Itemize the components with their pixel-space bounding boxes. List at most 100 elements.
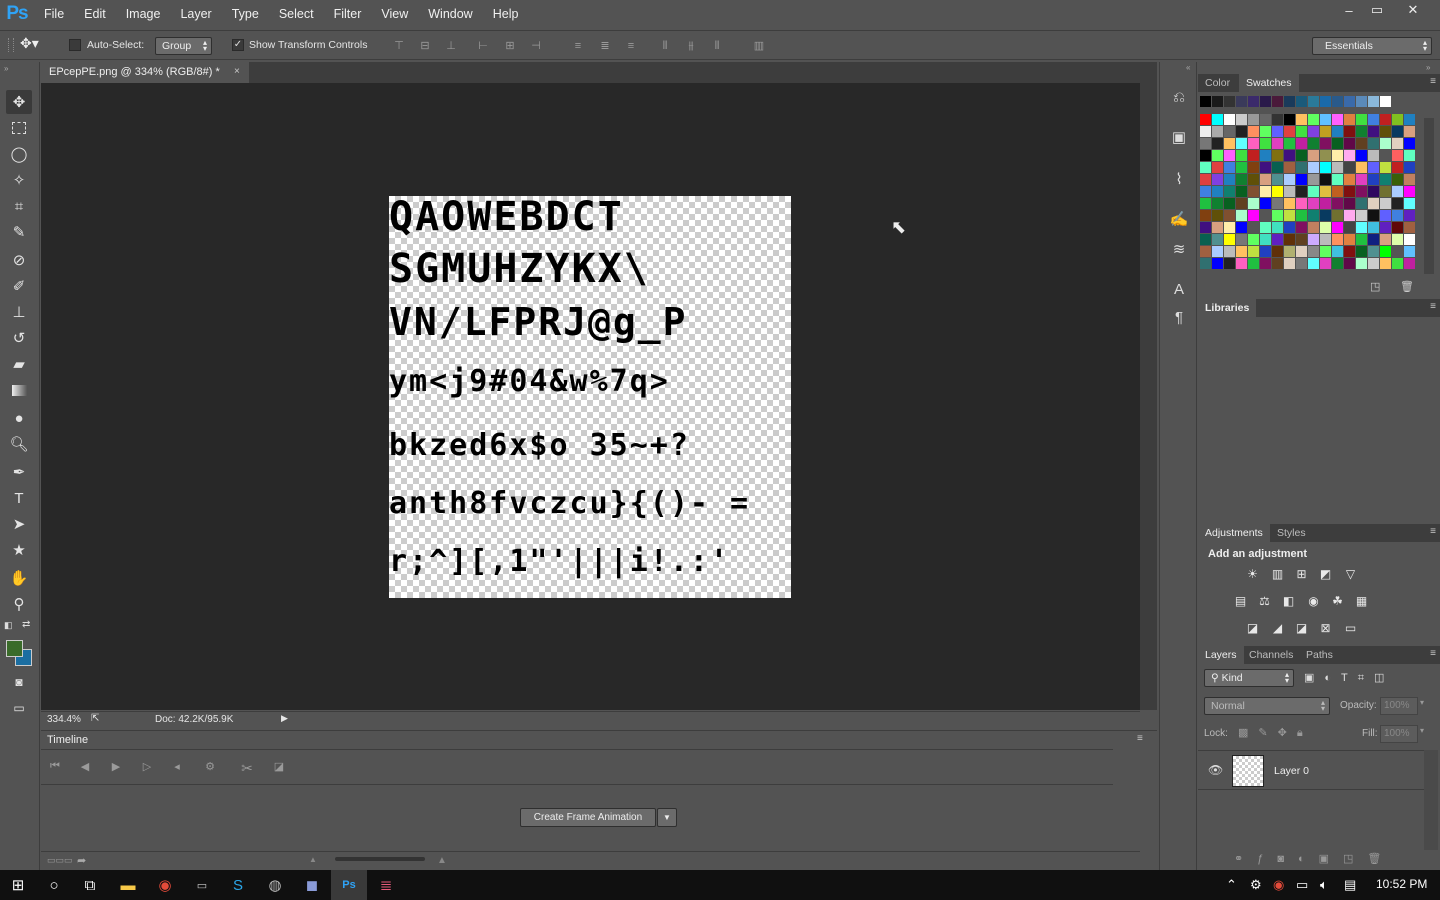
swatch[interactable] bbox=[1392, 186, 1403, 197]
swatch[interactable] bbox=[1272, 234, 1283, 245]
swatch[interactable] bbox=[1320, 174, 1331, 185]
layers-footer-icons[interactable]: ⚭ƒ◙◐▣◳🗑︎ bbox=[1234, 852, 1395, 865]
swatch[interactable] bbox=[1368, 186, 1379, 197]
discord-icon[interactable]: ◼ bbox=[294, 870, 330, 900]
posterize-icon[interactable]: ◢ bbox=[1269, 621, 1286, 635]
swatch[interactable] bbox=[1380, 138, 1391, 149]
swatch[interactable] bbox=[1368, 174, 1379, 185]
distribute-hcenter-icon[interactable]: ⫵ bbox=[684, 40, 698, 53]
swatch[interactable] bbox=[1212, 210, 1223, 221]
windows-start-icon[interactable]: ⊞ bbox=[0, 870, 36, 900]
swatch[interactable] bbox=[1212, 258, 1223, 269]
auto-align-icon[interactable]: ▥ bbox=[752, 40, 766, 53]
swatch[interactable] bbox=[1284, 210, 1295, 221]
swatch[interactable] bbox=[1404, 174, 1415, 185]
visibility-eye-icon[interactable]: 👁︎ bbox=[1208, 763, 1223, 777]
swatch[interactable] bbox=[1332, 234, 1343, 245]
share-icon[interactable]: ⇱ bbox=[91, 713, 99, 724]
swatch[interactable] bbox=[1308, 186, 1319, 197]
swatch[interactable] bbox=[1320, 222, 1331, 233]
auto-select-checkbox[interactable] bbox=[69, 39, 81, 51]
swatch[interactable] bbox=[1356, 174, 1367, 185]
swatch[interactable] bbox=[1284, 138, 1295, 149]
delete-swatch-icon[interactable]: 🗑︎ bbox=[1400, 280, 1414, 293]
swatch[interactable] bbox=[1392, 150, 1403, 161]
swatch[interactable] bbox=[1404, 162, 1415, 173]
swatch[interactable] bbox=[1392, 174, 1403, 185]
swatch[interactable] bbox=[1320, 150, 1331, 161]
swatch[interactable] bbox=[1272, 126, 1283, 137]
swatch[interactable] bbox=[1272, 138, 1283, 149]
adjustments-menu-icon[interactable]: ≡ bbox=[1430, 526, 1436, 537]
swatch[interactable] bbox=[1332, 96, 1343, 107]
dodge-tool-icon[interactable]: 🔍︎ bbox=[6, 432, 32, 456]
swatch[interactable] bbox=[1404, 126, 1415, 137]
distribute-left-icon[interactable]: ⫴ bbox=[658, 40, 672, 53]
swatch[interactable] bbox=[1380, 210, 1391, 221]
swatch[interactable] bbox=[1272, 186, 1283, 197]
show-transform-checkbox[interactable]: ✓ bbox=[232, 39, 244, 51]
menu-filter[interactable]: Filter bbox=[324, 0, 372, 28]
swatch[interactable] bbox=[1368, 150, 1379, 161]
swatch[interactable] bbox=[1356, 258, 1367, 269]
swatch[interactable] bbox=[1332, 162, 1343, 173]
swatch[interactable] bbox=[1200, 96, 1211, 107]
swatch[interactable] bbox=[1392, 246, 1403, 257]
menu-type[interactable]: Type bbox=[222, 0, 269, 28]
action-center-icon[interactable]: ▤ bbox=[1344, 877, 1356, 893]
distribute-vcenter-icon[interactable]: ≣ bbox=[598, 40, 612, 53]
create-frame-animation-button[interactable]: Create Frame Animation bbox=[520, 808, 656, 827]
swatch[interactable] bbox=[1272, 198, 1283, 209]
swatch[interactable] bbox=[1368, 162, 1379, 173]
swatch[interactable] bbox=[1332, 138, 1343, 149]
swatch[interactable] bbox=[1224, 162, 1235, 173]
swatch[interactable] bbox=[1344, 174, 1355, 185]
color-lookup-icon[interactable]: ▦ bbox=[1353, 594, 1370, 608]
swatch[interactable] bbox=[1212, 150, 1223, 161]
swatch[interactable] bbox=[1356, 126, 1367, 137]
menu-image[interactable]: Image bbox=[116, 0, 171, 28]
swatch[interactable] bbox=[1320, 246, 1331, 257]
tab-adjustments[interactable]: Adjustments bbox=[1198, 524, 1270, 542]
align-bottom-icon[interactable]: ⊥ bbox=[444, 40, 458, 53]
zoom-level[interactable]: 334.4% bbox=[47, 714, 81, 725]
photo-filter-icon[interactable]: ◉ bbox=[1305, 594, 1322, 608]
swatch[interactable] bbox=[1236, 174, 1247, 185]
swatch[interactable] bbox=[1380, 186, 1391, 197]
type-tool-icon[interactable]: T bbox=[6, 486, 32, 510]
swatch[interactable] bbox=[1236, 186, 1247, 197]
swatch[interactable] bbox=[1212, 222, 1223, 233]
swatch[interactable] bbox=[1200, 186, 1211, 197]
swatch[interactable] bbox=[1224, 138, 1235, 149]
swatch[interactable] bbox=[1332, 210, 1343, 221]
swatch[interactable] bbox=[1392, 138, 1403, 149]
swatch[interactable] bbox=[1284, 198, 1295, 209]
swatch[interactable] bbox=[1320, 126, 1331, 137]
timeline-menu-icon[interactable]: ≡ bbox=[1137, 733, 1143, 744]
swatch[interactable] bbox=[1260, 186, 1271, 197]
black-white-icon[interactable]: ◧ bbox=[1280, 594, 1297, 608]
swatch[interactable] bbox=[1296, 198, 1307, 209]
swatch[interactable] bbox=[1380, 234, 1391, 245]
swatch[interactable] bbox=[1320, 186, 1331, 197]
swatch[interactable] bbox=[1332, 258, 1343, 269]
menu-window[interactable]: Window bbox=[418, 0, 482, 28]
swatch[interactable] bbox=[1212, 126, 1223, 137]
split-scissors-icon[interactable]: ✂ bbox=[239, 760, 255, 776]
swatch[interactable] bbox=[1392, 162, 1403, 173]
swatch[interactable] bbox=[1332, 150, 1343, 161]
curves-icon[interactable]: ⊞ bbox=[1293, 567, 1310, 581]
align-right-icon[interactable]: ⊣ bbox=[529, 40, 543, 53]
swatch[interactable] bbox=[1248, 222, 1259, 233]
threshold-icon[interactable]: ◪ bbox=[1293, 621, 1310, 635]
properties-panel-icon[interactable]: ▣ bbox=[1168, 126, 1190, 148]
swatch[interactable] bbox=[1344, 96, 1355, 107]
swatch[interactable] bbox=[1404, 246, 1415, 257]
swatch[interactable] bbox=[1284, 174, 1295, 185]
swatch[interactable] bbox=[1404, 222, 1415, 233]
swatch[interactable] bbox=[1296, 210, 1307, 221]
swatch[interactable] bbox=[1236, 246, 1247, 257]
swatch[interactable] bbox=[1284, 150, 1295, 161]
file-explorer-icon[interactable]: ▬ bbox=[110, 870, 146, 900]
swatch[interactable] bbox=[1248, 114, 1259, 125]
